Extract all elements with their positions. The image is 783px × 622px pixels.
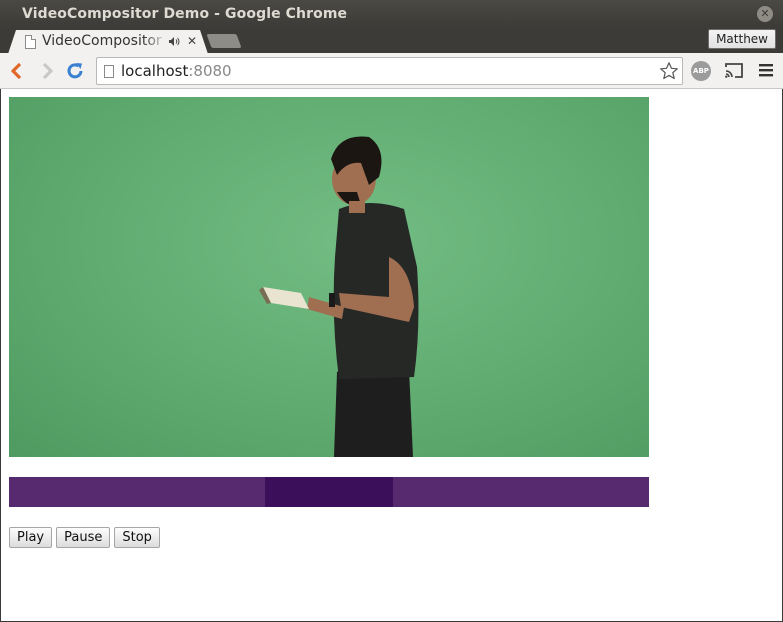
profile-button[interactable]: Matthew bbox=[708, 29, 776, 49]
page-info-icon[interactable] bbox=[104, 65, 114, 78]
reload-icon[interactable] bbox=[65, 61, 85, 81]
adblock-icon[interactable]: ABP bbox=[691, 61, 711, 81]
person-figure bbox=[259, 136, 419, 457]
bookmark-star-icon[interactable] bbox=[659, 61, 679, 81]
page-content: Play Pause Stop bbox=[1, 89, 782, 621]
close-icon[interactable]: ✕ bbox=[187, 34, 197, 48]
browser-toolbar: localhost:8080 ABP bbox=[0, 53, 783, 89]
speaker-icon[interactable] bbox=[168, 36, 180, 47]
cast-icon[interactable] bbox=[724, 62, 744, 79]
timeline-active-clip[interactable] bbox=[265, 477, 393, 507]
tab-title: VideoCompositor Demo bbox=[42, 33, 168, 49]
new-tab-button[interactable] bbox=[206, 34, 242, 48]
url-port: :8080 bbox=[188, 62, 232, 80]
menu-icon[interactable] bbox=[759, 63, 773, 77]
url-text[interactable]: localhost:8080 bbox=[121, 62, 232, 80]
playback-controls: Play Pause Stop bbox=[9, 527, 160, 548]
video-canvas[interactable] bbox=[9, 97, 649, 457]
pause-button[interactable]: Pause bbox=[56, 527, 111, 548]
video-frame bbox=[259, 136, 419, 457]
page-icon bbox=[25, 35, 36, 49]
window-title: VideoCompositor Demo - Google Chrome bbox=[22, 6, 348, 22]
address-bar[interactable]: localhost:8080 bbox=[96, 57, 683, 85]
stop-button[interactable]: Stop bbox=[114, 527, 160, 548]
url-host: localhost bbox=[121, 62, 189, 80]
window-titlebar: VideoCompositor Demo - Google Chrome ✕ bbox=[0, 0, 783, 28]
timeline-track[interactable] bbox=[9, 477, 649, 507]
tab-videocompositor[interactable]: VideoCompositor Demo ✕ bbox=[8, 30, 208, 54]
forward-arrow-icon[interactable] bbox=[37, 61, 57, 81]
play-button[interactable]: Play bbox=[9, 527, 53, 548]
tab-strip: VideoCompositor Demo ✕ Matthew bbox=[0, 28, 783, 54]
back-arrow-icon[interactable] bbox=[7, 61, 27, 81]
window-close-button[interactable]: ✕ bbox=[757, 6, 773, 22]
